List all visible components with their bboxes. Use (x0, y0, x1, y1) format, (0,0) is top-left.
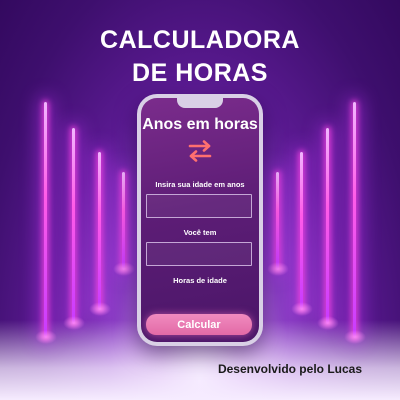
neon-bar (72, 128, 75, 324)
hours-unit-label: Horas de idade (173, 276, 227, 285)
result-label: Você tem (183, 228, 217, 237)
neon-bar (353, 102, 356, 338)
phone-screen: Anos em horas Insira sua idade em anos V… (141, 98, 259, 342)
neon-bar (300, 152, 303, 310)
swap-arrows-icon[interactable] (187, 140, 213, 162)
age-label: Insira sua idade em anos (155, 180, 245, 189)
age-input[interactable] (146, 194, 252, 218)
neon-bar (98, 152, 101, 310)
headline-line-2: DE HORAS (132, 59, 268, 87)
headline: CALCULADORA DE HORAS (0, 24, 400, 90)
phone-mockup: Anos em horas Insira sua idade em anos V… (137, 94, 263, 346)
neon-bar (276, 172, 279, 270)
headline-line-1: CALCULADORA (100, 26, 300, 54)
result-field (146, 242, 252, 266)
neon-bar (326, 128, 329, 324)
calculate-button[interactable]: Calcular (146, 314, 252, 335)
credit-text: Desenvolvido pelo Lucas (217, 362, 362, 376)
neon-bar (122, 172, 125, 270)
app-title: Anos em horas (142, 116, 258, 133)
neon-bar (44, 102, 47, 338)
phone-notch (177, 98, 223, 108)
